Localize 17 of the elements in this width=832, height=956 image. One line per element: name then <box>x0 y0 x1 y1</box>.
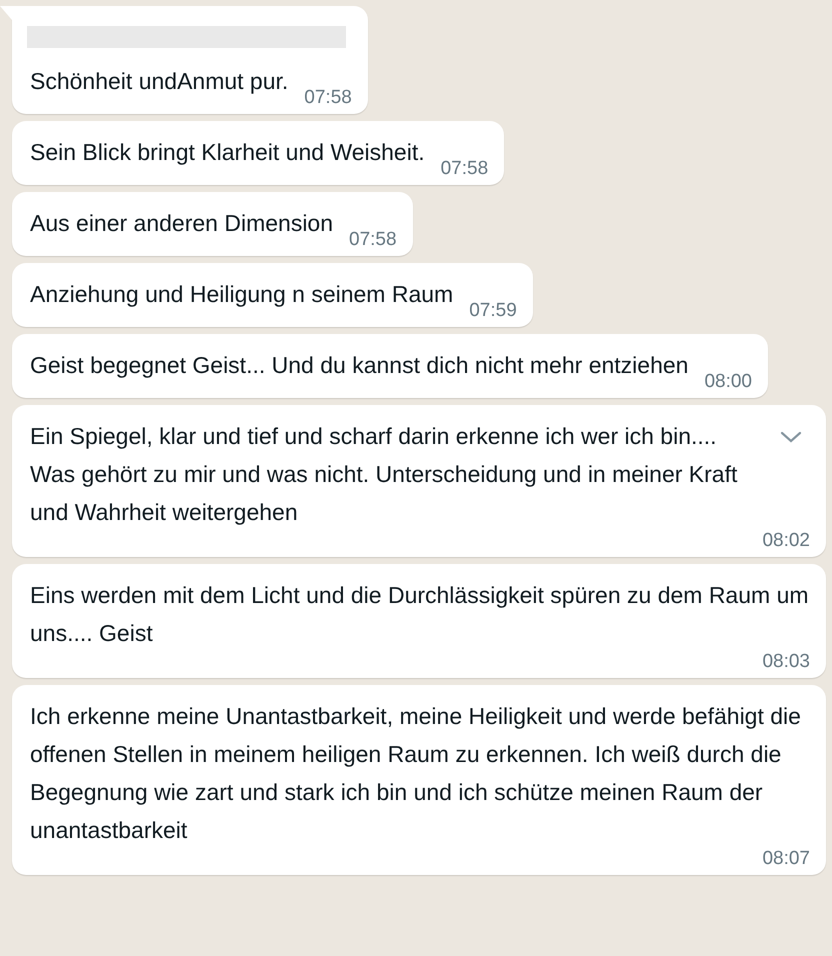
message-time: 08:00 <box>704 372 752 392</box>
message-text: Eins werden mit dem Licht und die Durchlässigkeit spüren zu dem Raum um uns.... Geist <box>30 581 810 648</box>
message-text: Ich erkenne meine Unantastbarkeit, meine Heiligkeit und werde befähigt die offenen Stellen in meinem heiligen Raum zu erkennen. Ich weiß durch die Begegnung wie zart und stark ich bin und ich schütze meinen Raum der unantastbarkeit <box>30 702 802 845</box>
message-time: 08:03 <box>762 652 810 672</box>
message-text: Aus einer anderen Dimension <box>30 209 334 238</box>
message-time: 08:02 <box>762 531 810 551</box>
message-time: 07:58 <box>349 230 397 250</box>
message-time: 07:58 <box>304 88 352 108</box>
message-text: Ein Spiegel, klar und tief und scharf darin erkenne ich wer ich bin.... Was gehört zu mir und was nicht. Unterscheidung und in meiner Kraft und Wahrheit weitergehen <box>30 422 738 527</box>
message-text: Schönheit undAnmut pur. <box>30 67 288 96</box>
message-time: 08:07 <box>762 849 810 869</box>
message-time: 07:59 <box>469 301 517 321</box>
message-text: Geist begegnet Geist... Und du kannst dich nicht mehr entziehen <box>30 351 688 380</box>
caret-icon[interactable] <box>780 431 802 443</box>
message-time: 07:58 <box>440 159 488 179</box>
message-text: Anziehung und Heiligung n seinem Raum <box>30 280 454 309</box>
message-text: Sein Blick bringt Klarheit und Weisheit. <box>30 138 425 167</box>
